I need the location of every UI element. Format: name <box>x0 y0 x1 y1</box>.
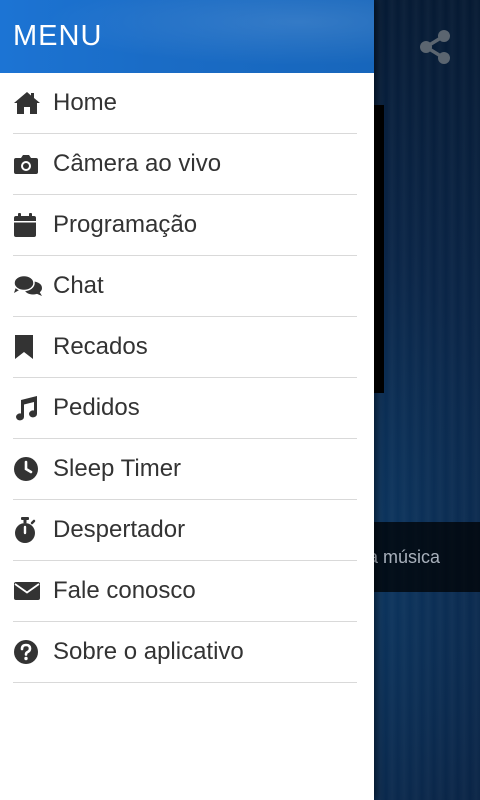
menu-item-label: Chat <box>53 272 104 299</box>
menu-item-label: Home <box>53 89 118 116</box>
menu-item-home[interactable]: Home <box>13 73 357 134</box>
menu-item-label: Pedidos <box>53 394 140 421</box>
menu-item-label: Sobre o aplicativo <box>53 638 244 665</box>
menu-list: Home Câmera ao vivo Programação Chat Rec… <box>0 73 374 683</box>
menu-item-sleep-timer[interactable]: Sleep Timer <box>13 439 357 500</box>
now-playing-text: a música <box>374 546 441 567</box>
menu-item-label: Fale conosco <box>53 577 196 604</box>
menu-item-sobre[interactable]: Sobre o aplicativo <box>13 622 357 683</box>
menu-item-fale-conosco[interactable]: Fale conosco <box>13 561 357 622</box>
home-icon <box>13 88 43 118</box>
menu-item-label: Recados <box>53 333 148 360</box>
music-note-icon <box>13 393 43 423</box>
stopwatch-icon <box>13 515 43 545</box>
menu-item-programacao[interactable]: Programação <box>13 195 357 256</box>
calendar-icon <box>13 210 43 240</box>
menu-item-recados[interactable]: Recados <box>13 317 357 378</box>
navigation-drawer: MENU Home Câmera ao vivo Programação Cha… <box>0 0 374 800</box>
menu-item-label: Despertador <box>53 516 186 543</box>
chat-icon <box>13 271 43 301</box>
menu-item-label: Sleep Timer <box>53 455 182 482</box>
clock-icon <box>13 454 43 484</box>
menu-item-chat[interactable]: Chat <box>13 256 357 317</box>
bookmark-icon <box>13 332 43 362</box>
background-texture <box>374 0 480 800</box>
now-playing-bar[interactable]: a música <box>374 522 480 592</box>
video-player[interactable] <box>374 105 384 393</box>
menu-item-label: Câmera ao vivo <box>53 150 222 177</box>
app-screen: a música MENU Home Câmera ao vivo Progra… <box>0 0 480 800</box>
question-circle-icon <box>13 637 43 667</box>
drawer-header: MENU <box>0 0 374 73</box>
drawer-title: MENU <box>13 20 103 52</box>
menu-item-camera[interactable]: Câmera ao vivo <box>13 134 357 195</box>
menu-item-pedidos[interactable]: Pedidos <box>13 378 357 439</box>
menu-item-label: Programação <box>53 211 198 238</box>
share-icon[interactable] <box>416 28 454 66</box>
envelope-icon <box>13 576 43 606</box>
menu-item-despertador[interactable]: Despertador <box>13 500 357 561</box>
camera-icon <box>13 149 43 179</box>
